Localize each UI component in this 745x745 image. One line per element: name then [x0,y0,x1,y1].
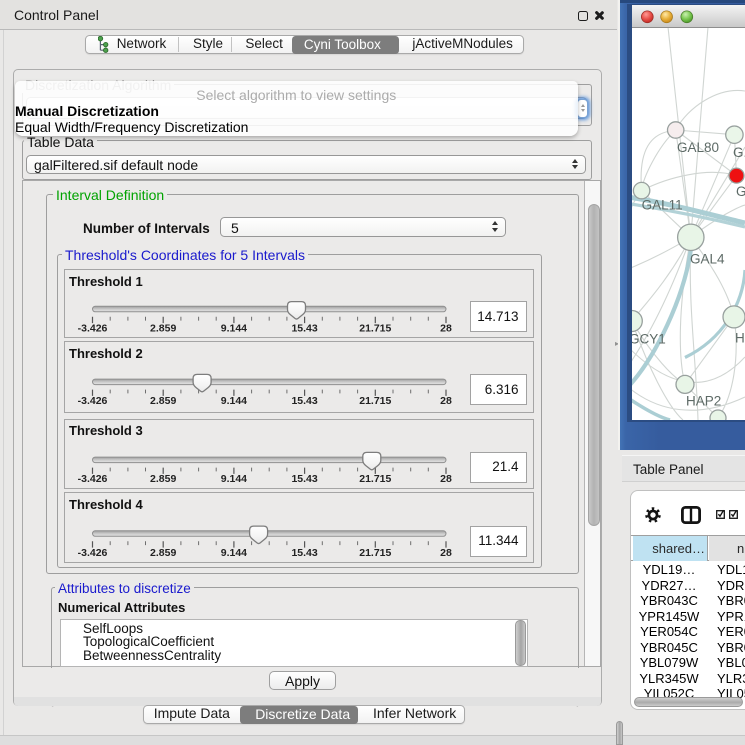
svg-text:G: G [736,184,745,199]
svg-text:G.: G. [733,145,745,160]
svg-text:-3.426: -3.426 [77,473,107,485]
svg-text:21.715: 21.715 [359,322,391,334]
svg-text:28: 28 [440,322,452,334]
svg-text:15.43: 15.43 [291,547,317,559]
svg-text:9.144: 9.144 [220,547,246,559]
svg-text:-3.426: -3.426 [77,395,107,407]
svg-text:-3.426: -3.426 [77,547,107,559]
svg-text:2.859: 2.859 [150,322,176,334]
svg-text:2.859: 2.859 [150,473,176,485]
svg-text:2.859: 2.859 [150,547,176,559]
svg-text:H: H [735,331,745,346]
svg-text:2.859: 2.859 [150,395,176,407]
svg-text:28: 28 [440,473,452,485]
svg-text:28: 28 [440,395,452,407]
svg-text:21.715: 21.715 [359,395,391,407]
svg-text:15.43: 15.43 [291,395,317,407]
svg-text:GAL80: GAL80 [677,140,719,155]
svg-text:HAP2: HAP2 [686,394,721,409]
svg-text:-3.426: -3.426 [77,322,107,334]
svg-text:21.715: 21.715 [359,547,391,559]
svg-text:GAL11: GAL11 [642,198,683,213]
svg-text:9.144: 9.144 [220,473,246,485]
svg-text:9.144: 9.144 [220,395,246,407]
svg-text:GCY1: GCY1 [632,332,666,347]
svg-text:28: 28 [440,547,452,559]
svg-text:21.715: 21.715 [359,473,391,485]
svg-text:9.144: 9.144 [220,322,246,334]
svg-text:15.43: 15.43 [291,473,317,485]
svg-text:GAL4: GAL4 [690,252,725,267]
svg-text:15.43: 15.43 [291,322,317,334]
